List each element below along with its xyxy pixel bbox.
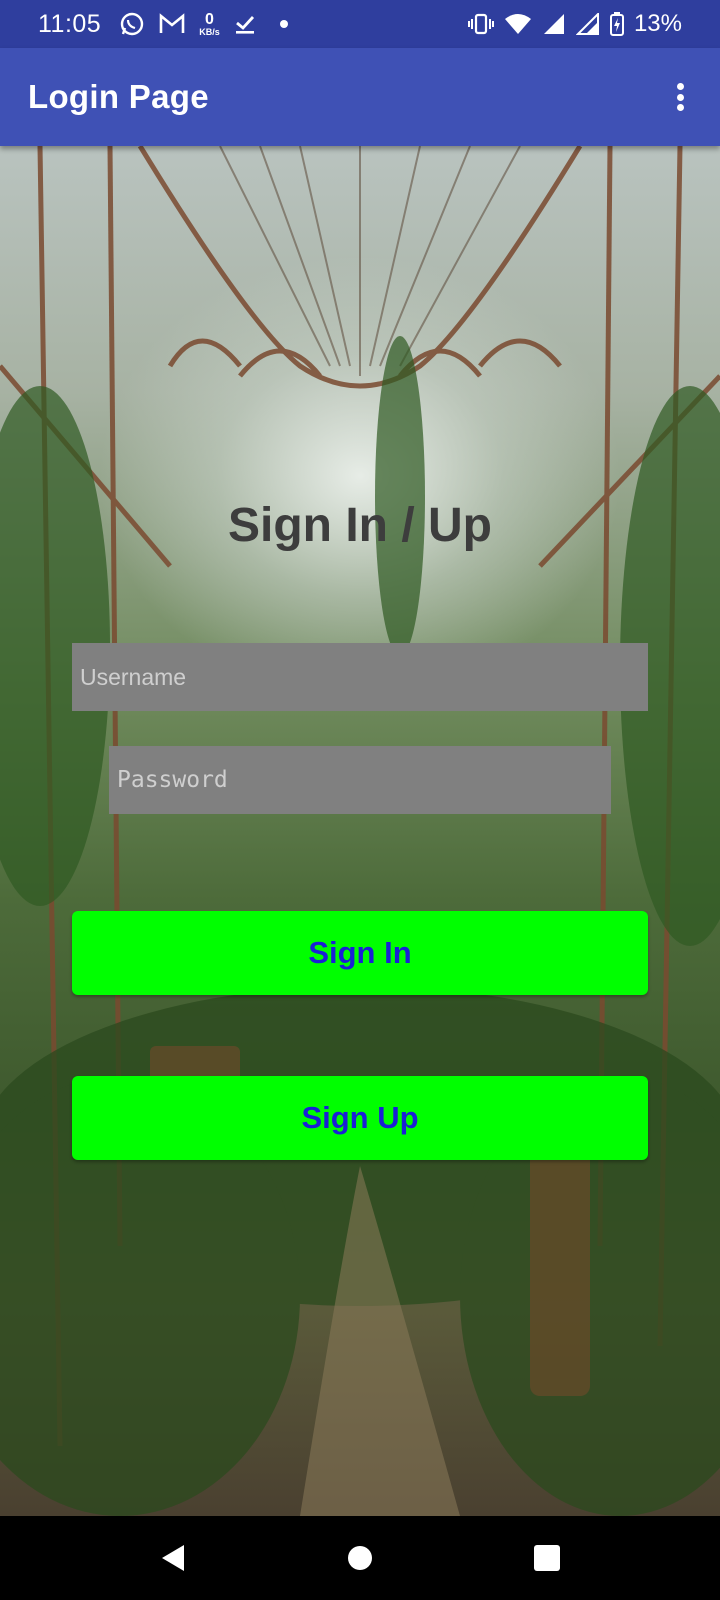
greenhouse-background-image: [0, 146, 720, 1516]
overflow-dot: [676, 93, 684, 101]
cellular-signal-icon: [542, 13, 566, 35]
sign-up-button[interactable]: Sign Up: [72, 1076, 648, 1160]
status-right-cluster: 13%: [467, 10, 682, 38]
net-speed-icon: 0 KB/s: [199, 10, 220, 37]
vibrate-icon: [467, 13, 494, 35]
cellular-signal-2-icon: [575, 13, 600, 35]
sign-in-button[interactable]: Sign In: [72, 911, 648, 995]
password-input[interactable]: [109, 746, 611, 814]
more-vert-icon[interactable]: [668, 77, 692, 117]
whatsapp-icon: [119, 11, 145, 37]
recents-icon[interactable]: [517, 1528, 577, 1588]
download-done-icon: [234, 13, 256, 35]
navigation-bar: [0, 1516, 720, 1600]
gmail-icon: [159, 13, 185, 35]
page-title: Login Page: [28, 78, 209, 115]
battery-percent: 13%: [633, 10, 682, 37]
back-icon[interactable]: [143, 1528, 203, 1588]
username-input[interactable]: [72, 643, 648, 711]
overflow-dot: [676, 104, 684, 111]
net-speed-unit: KB/s: [199, 26, 220, 37]
sign-in-up-heading: Sign In / Up: [228, 499, 492, 552]
home-icon[interactable]: [330, 1528, 390, 1588]
net-speed-value: 0: [205, 10, 214, 28]
wifi-icon: [504, 13, 532, 35]
login-content: Sign In / Up Sign In Sign Up: [0, 146, 720, 1516]
status-time: 11:05: [38, 9, 102, 38]
overflow-dot: [676, 83, 684, 90]
battery-charging-icon: [609, 12, 624, 36]
status-bar: 11:05 0 KB/s 13%: [0, 0, 720, 48]
notification-dot-icon: [279, 20, 288, 28]
app-bar: Login Page: [0, 48, 720, 146]
